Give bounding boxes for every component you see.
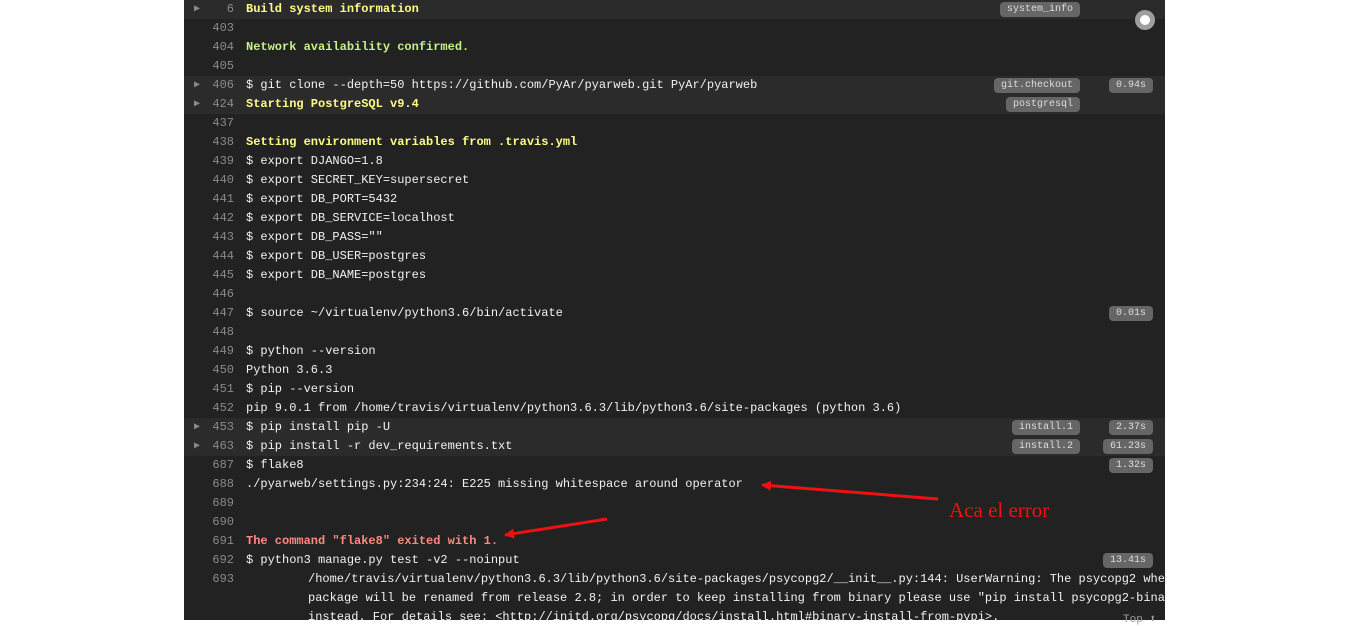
annotation-label: Aca el error — [949, 498, 1050, 522]
arrow-to-error-line — [761, 480, 939, 501]
annotation-arrows — [504, 480, 939, 539]
arrow-to-exit-line — [504, 517, 608, 539]
